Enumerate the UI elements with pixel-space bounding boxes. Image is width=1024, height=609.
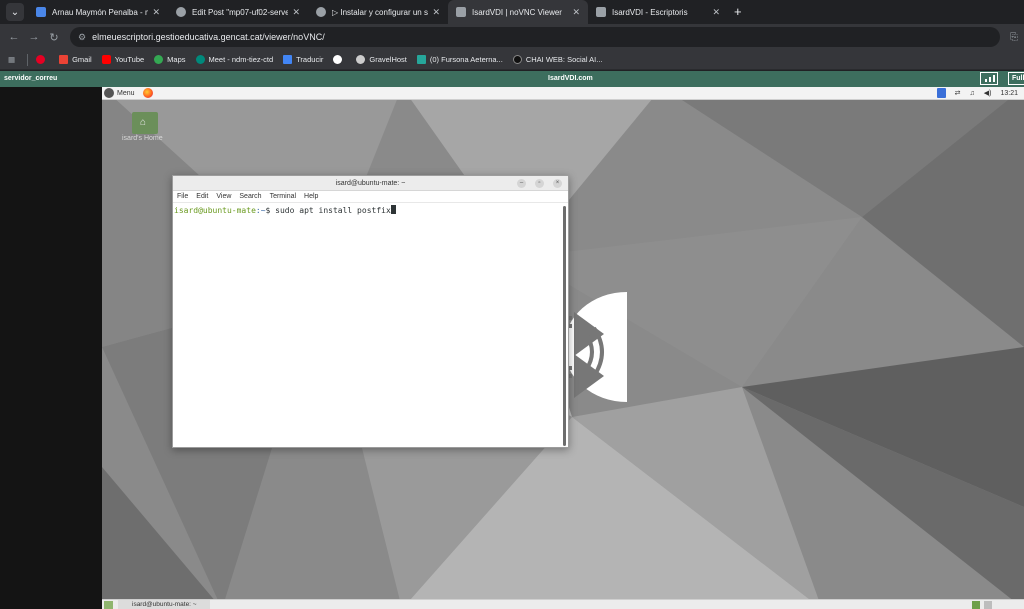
volume-icon[interactable]: ◀) bbox=[984, 89, 992, 97]
meet-icon bbox=[195, 55, 205, 64]
tab-close-icon[interactable]: ✕ bbox=[152, 7, 160, 18]
clock[interactable]: 13:21 bbox=[1000, 90, 1018, 97]
tab-close-icon[interactable]: ✕ bbox=[572, 7, 580, 18]
terminal-window[interactable]: isard@ubuntu-mate: ~ – ▫ × File Edit Vie… bbox=[172, 175, 569, 448]
firefox-icon[interactable] bbox=[142, 88, 153, 98]
system-tray: ⇄ ♫ ◀) 13:21 bbox=[936, 88, 1018, 98]
isard-favicon-icon bbox=[456, 7, 466, 17]
tab-close-icon[interactable]: ✕ bbox=[432, 7, 440, 18]
tab-strip: ⌄ Arnau Maymón Penalba - mp0… ✕ Edit Pos… bbox=[0, 0, 1024, 24]
bookmark-gmail[interactable]: Gmail bbox=[59, 55, 92, 64]
forward-arrow-icon[interactable]: → bbox=[24, 31, 44, 43]
bookmark-maps[interactable]: Maps bbox=[154, 55, 186, 64]
tab-close-icon[interactable]: ✕ bbox=[292, 7, 300, 18]
remote-desktop[interactable]: Menu ⇄ ♫ ◀) 13:21 isard's Home isard@ub bbox=[102, 87, 1024, 609]
isard-favicon-icon bbox=[596, 7, 606, 17]
youtube-icon bbox=[101, 55, 111, 64]
home-folder-label[interactable]: isard's Home bbox=[122, 135, 163, 142]
bookmark-google[interactable] bbox=[333, 55, 346, 64]
bookmark-chai[interactable]: CHAI WEB: Social AI... bbox=[512, 55, 603, 64]
tab-close-icon[interactable]: ✕ bbox=[712, 7, 720, 18]
menu-label: Menu bbox=[117, 89, 135, 97]
menu-edit[interactable]: Edit bbox=[196, 193, 208, 200]
reload-icon[interactable]: ↻ bbox=[44, 31, 64, 44]
taskbar-terminal-item[interactable]: isard@ubuntu-mate: ~ bbox=[118, 600, 210, 609]
chai-icon bbox=[512, 55, 522, 64]
bookmark-youtube[interactable]: YouTube bbox=[101, 55, 144, 64]
bottom-panel: isard@ubuntu-mate: ~ bbox=[102, 599, 1024, 609]
workspace-2[interactable] bbox=[984, 601, 992, 609]
terminal-output[interactable]: isard@ubuntu-mate:~$ sudo apt install po… bbox=[173, 203, 568, 217]
site-info-icon[interactable]: ⚙ bbox=[78, 32, 86, 43]
apps-grid-icon[interactable]: ▦ bbox=[8, 55, 15, 64]
menu-view[interactable]: View bbox=[216, 193, 231, 200]
isard-logo bbox=[564, 292, 627, 402]
tab-arnau[interactable]: Arnau Maymón Penalba - mp0… ✕ bbox=[28, 0, 168, 24]
bookmarks-bar: ▦ Gmail YouTube Maps Meet - ndm-tiez-ctd… bbox=[0, 50, 1024, 70]
pinterest-icon bbox=[36, 55, 46, 64]
prompt-user: isard@ubuntu-mate bbox=[174, 206, 256, 215]
signal-strength-icon[interactable] bbox=[980, 72, 998, 85]
gravelhost-icon bbox=[356, 55, 366, 64]
minimize-icon[interactable]: – bbox=[517, 179, 526, 188]
tab-title: IsardVDI - Escriptoris bbox=[612, 7, 688, 17]
maximize-icon[interactable]: ▫ bbox=[535, 179, 544, 188]
text-cursor bbox=[390, 205, 396, 214]
bookmark-separator bbox=[27, 53, 29, 66]
home-folder-icon[interactable] bbox=[132, 112, 158, 134]
tab-title: Arnau Maymón Penalba - mp0… bbox=[52, 7, 149, 17]
prompt-path: :~ bbox=[255, 206, 266, 215]
address-bar[interactable]: ⚙ elmeuescriptori.gestioeducativa.gencat… bbox=[70, 27, 1000, 47]
menu-file[interactable]: File bbox=[177, 193, 188, 200]
workspace-1[interactable] bbox=[972, 601, 980, 609]
tab-title: Edit Post "mp07-uf02-servei_co… bbox=[192, 7, 289, 17]
close-icon[interactable]: × bbox=[553, 179, 562, 188]
menu-search[interactable]: Search bbox=[239, 193, 261, 200]
tab-instalar[interactable]: ▷ Instalar y configurar un servi… ✕ bbox=[308, 0, 448, 24]
terminal-title: isard@ubuntu-mate: ~ bbox=[335, 180, 406, 187]
viewer-margin bbox=[0, 87, 102, 609]
docs-favicon-icon bbox=[36, 7, 46, 17]
notification-bell-icon[interactable]: ♫ bbox=[970, 90, 975, 97]
terminal-menubar: File Edit View Search Terminal Help bbox=[173, 191, 568, 203]
top-panel: Menu ⇄ ♫ ◀) 13:21 bbox=[102, 87, 1024, 100]
back-arrow-icon[interactable]: ← bbox=[4, 31, 24, 43]
google-icon bbox=[333, 55, 343, 64]
tab-edit-post[interactable]: Edit Post "mp07-uf02-servei_co… ✕ bbox=[168, 0, 308, 24]
mate-logo-icon bbox=[104, 88, 114, 98]
tab-title: ▷ Instalar y configurar un servi… bbox=[332, 7, 428, 17]
terminal-scrollbar[interactable] bbox=[563, 206, 566, 446]
vm-name: servidor_correu bbox=[4, 75, 58, 82]
show-desktop-icon[interactable] bbox=[104, 601, 113, 609]
bookmark-fursona[interactable]: (0) Fursona Aeterna... bbox=[416, 55, 503, 64]
novnc-title: IsardVDI.com bbox=[548, 75, 593, 82]
bookmark-pinterest[interactable] bbox=[36, 55, 49, 64]
url-text: elmeuescriptori.gestioeducativa.gencat.c… bbox=[92, 32, 325, 42]
bluetooth-icon[interactable] bbox=[936, 88, 946, 98]
new-tab-button[interactable]: + bbox=[728, 4, 748, 24]
gmail-icon bbox=[59, 55, 69, 64]
tab-escriptoris[interactable]: IsardVDI - Escriptoris ✕ bbox=[588, 0, 728, 24]
tab-title: IsardVDI | noVNC Viewer bbox=[472, 7, 562, 17]
novnc-header: servidor_correu IsardVDI.com Full bbox=[0, 71, 1024, 87]
tab-search-chevron-icon[interactable]: ⌄ bbox=[6, 3, 24, 21]
menu-help[interactable]: Help bbox=[304, 193, 318, 200]
typed-command: sudo apt install postfix bbox=[270, 206, 391, 215]
browser-toolbar: ← → ↻ ⚙ elmeuescriptori.gestioeducativa.… bbox=[0, 24, 1024, 50]
fullscreen-button[interactable]: Full bbox=[1008, 72, 1024, 85]
menu-button[interactable]: Menu bbox=[104, 88, 153, 98]
bookmark-meet[interactable]: Meet - ndm-tiez-ctd bbox=[195, 55, 273, 64]
wordpress-favicon-icon bbox=[176, 7, 186, 17]
globe-favicon-icon bbox=[316, 7, 326, 17]
menu-terminal[interactable]: Terminal bbox=[270, 193, 296, 200]
translate-icon bbox=[283, 55, 293, 64]
translate-icon[interactable]: ⎘ bbox=[1010, 32, 1018, 43]
bookmark-traducir[interactable]: Traducir bbox=[283, 55, 323, 64]
network-icon[interactable]: ⇄ bbox=[955, 89, 961, 97]
fursona-icon bbox=[416, 55, 426, 64]
maps-pin-icon bbox=[154, 55, 164, 64]
terminal-titlebar[interactable]: isard@ubuntu-mate: ~ – ▫ × bbox=[173, 176, 568, 191]
bookmark-gravelhost[interactable]: GravelHost bbox=[356, 55, 407, 64]
tab-novnc-viewer[interactable]: IsardVDI | noVNC Viewer ✕ bbox=[448, 0, 588, 24]
